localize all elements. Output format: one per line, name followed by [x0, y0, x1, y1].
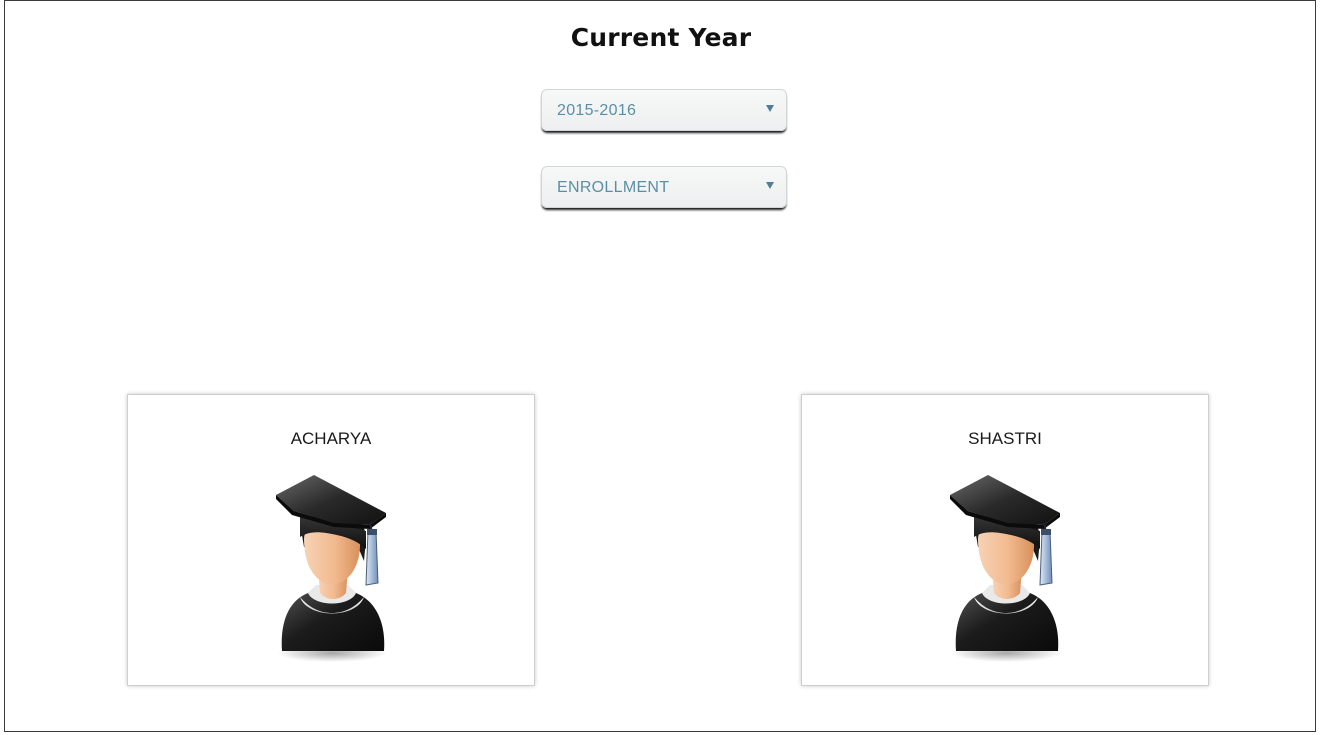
card-label: SHASTRI	[968, 429, 1042, 448]
card-shastri[interactable]: SHASTRI	[801, 394, 1209, 686]
year-select[interactable]: 2015-2016	[541, 89, 787, 131]
graduate-icon	[274, 473, 389, 663]
year-select-value: 2015-2016	[557, 102, 637, 119]
card-acharya[interactable]: ACHARYA	[127, 394, 535, 686]
graduate-icon	[948, 473, 1063, 663]
page-frame: Current Year 2015-2016 ENROLLMENT ACHARY…	[4, 0, 1316, 732]
category-select[interactable]: ENROLLMENT	[541, 166, 787, 208]
category-select-value: ENROLLMENT	[557, 179, 670, 196]
page-title: Current Year	[570, 23, 752, 52]
card-label: ACHARYA	[290, 429, 372, 448]
chevron-down-icon	[766, 182, 774, 189]
chevron-down-icon	[766, 105, 774, 112]
